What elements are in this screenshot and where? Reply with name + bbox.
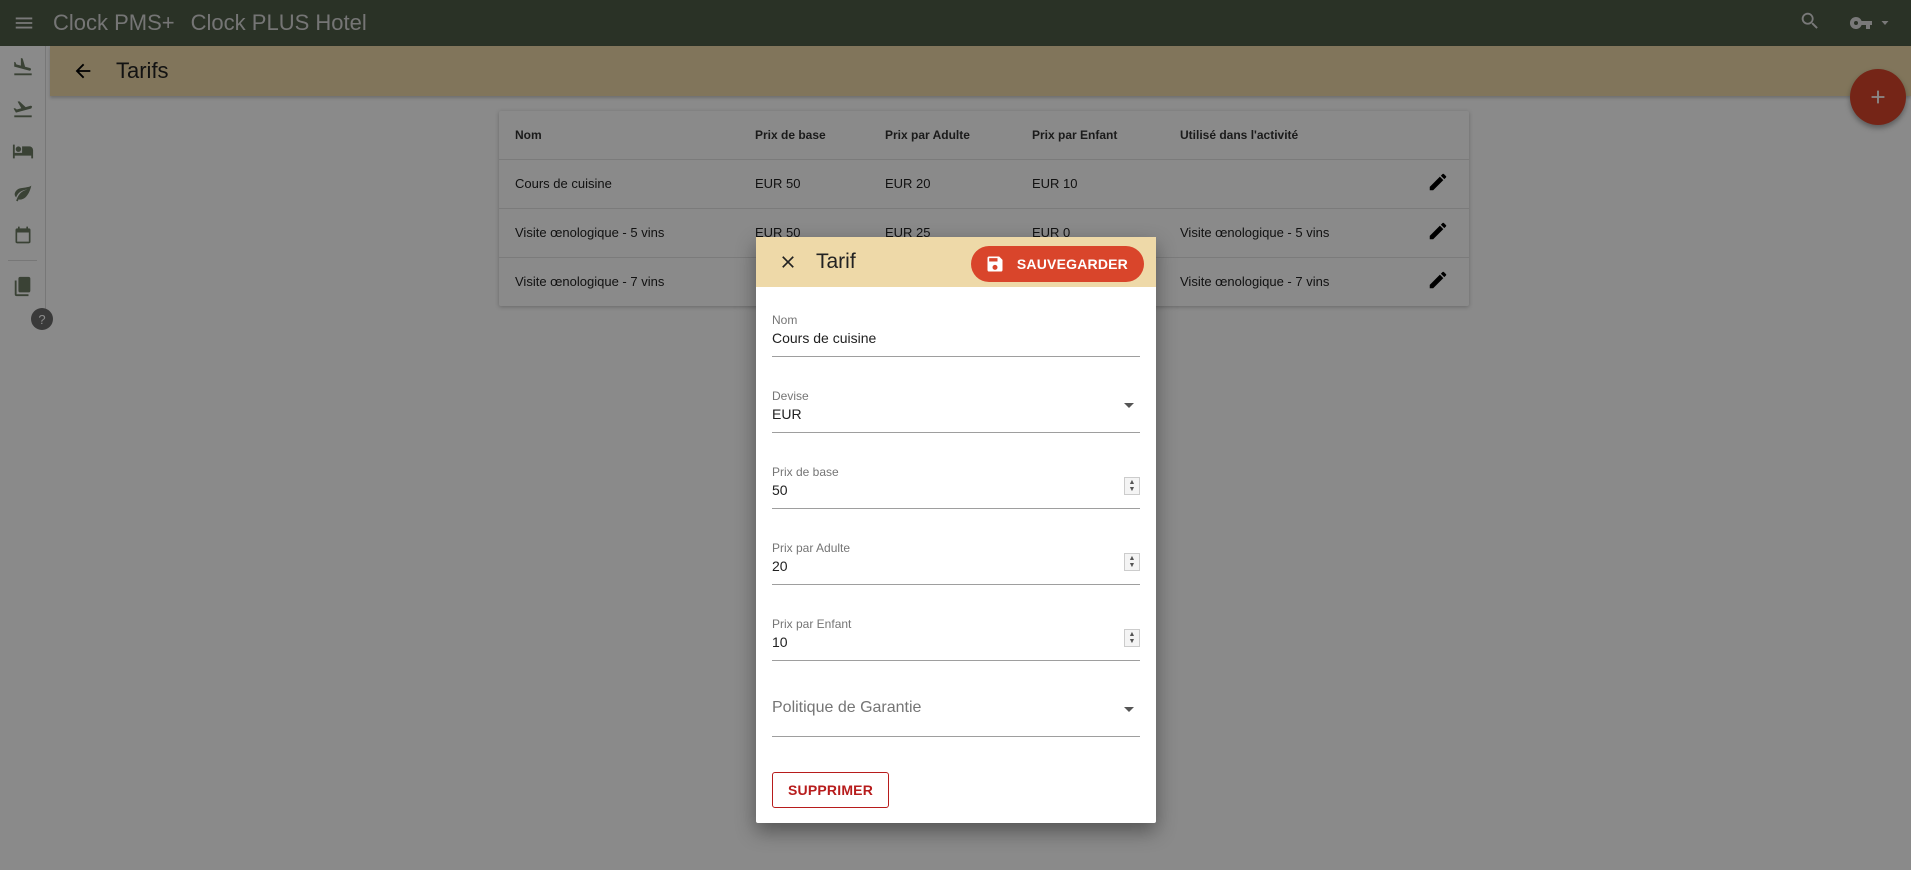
prix-adulte-label: Prix par Adulte	[772, 541, 851, 555]
nom-value[interactable]: Cours de cuisine	[772, 330, 1140, 348]
prix-base-value[interactable]: 50	[772, 482, 1140, 500]
politique-garantie-placeholder: Politique de Garantie	[772, 699, 922, 716]
prix-base-label: Prix de base	[772, 465, 839, 479]
save-button[interactable]: SAUVEGARDER	[970, 246, 1144, 282]
delete-button[interactable]: SUPPRIMER	[772, 772, 890, 808]
prix-adulte-field[interactable]: Prix par Adulte 20 ▲ ▼	[772, 541, 1140, 585]
dropdown-arrow-icon[interactable]	[1124, 707, 1134, 712]
prix-adulte-value[interactable]: 20	[772, 558, 1140, 576]
delete-label: SUPPRIMER	[788, 782, 874, 798]
nom-label: Nom	[772, 313, 798, 327]
dialog-header: Tarif SAUVEGARDER	[756, 237, 1156, 287]
prix-enfant-label: Prix par Enfant	[772, 617, 852, 631]
politique-garantie-select[interactable]: Politique de Garantie	[772, 699, 1140, 737]
prix-enfant-value[interactable]: 10	[772, 634, 1140, 652]
tarif-dialog: Tarif SAUVEGARDER Nom Cours de cuisine D…	[756, 237, 1156, 823]
dialog-title: Tarif	[816, 250, 856, 273]
save-label: SAUVEGARDER	[1016, 256, 1128, 272]
prix-base-field[interactable]: Prix de base 50 ▲ ▼	[772, 465, 1140, 509]
number-spinner-icon[interactable]: ▲ ▼	[1124, 553, 1140, 571]
close-icon[interactable]	[768, 242, 808, 282]
number-spinner-icon[interactable]: ▲ ▼	[1124, 477, 1140, 495]
devise-select[interactable]: Devise EUR	[772, 389, 1140, 433]
devise-value: EUR	[772, 406, 802, 422]
prix-enfant-field[interactable]: Prix par Enfant 10 ▲ ▼	[772, 617, 1140, 661]
save-icon	[987, 256, 1003, 272]
nom-field[interactable]: Nom Cours de cuisine	[772, 313, 1140, 357]
number-spinner-icon[interactable]: ▲ ▼	[1124, 629, 1140, 647]
dropdown-arrow-icon[interactable]	[1124, 403, 1134, 408]
devise-label: Devise	[772, 389, 809, 403]
